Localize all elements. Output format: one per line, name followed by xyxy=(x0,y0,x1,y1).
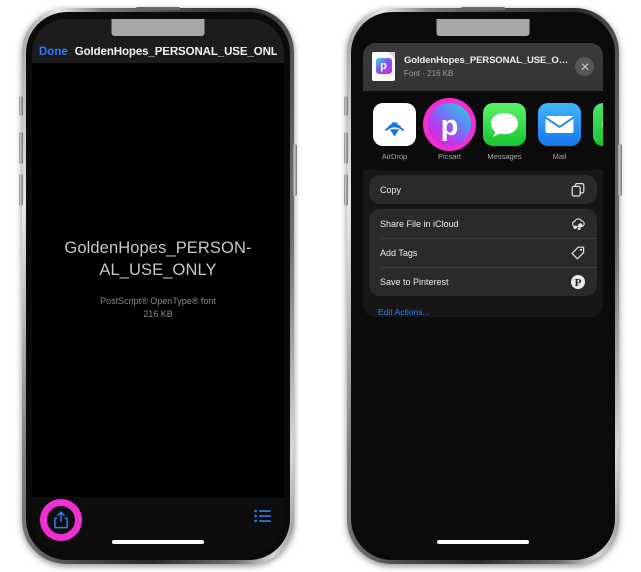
font-name-line-2: AL_USE_ONLY xyxy=(99,261,217,279)
action-row-add-tags[interactable]: Add Tags xyxy=(369,238,597,267)
mute-switch[interactable] xyxy=(19,96,23,116)
share-app-whatsapp[interactable]: Wh xyxy=(593,103,603,161)
pinterest-icon: P xyxy=(570,274,586,290)
quick-look-toolbar xyxy=(32,497,284,553)
action-row-share-file-icloud[interactable]: Share File in iCloud xyxy=(369,209,597,238)
share-sheet-file-info: GoldenHopes_PERSONAL_USE_ONLY Font · 216… xyxy=(404,55,569,78)
share-sheet-header: p GoldenHopes_PERSONAL_USE_ONLY Font · 2… xyxy=(363,43,603,91)
app-label: Wh xyxy=(593,152,603,161)
action-label: Add Tags xyxy=(380,247,418,258)
volume-down-button[interactable] xyxy=(344,174,348,206)
action-group-copy: Copy xyxy=(369,175,597,204)
font-size: 216 KB xyxy=(143,309,173,320)
action-row-copy[interactable]: Copy xyxy=(369,175,597,204)
done-button[interactable]: Done xyxy=(39,46,68,59)
font-name-line-1: GoldenHopes_PERSON- xyxy=(64,239,252,258)
notch xyxy=(436,19,530,36)
share-app-picsart[interactable]: p Picsart xyxy=(423,98,476,161)
share-app-messages[interactable]: Messages xyxy=(483,103,526,161)
share-app-mail[interactable]: Mail xyxy=(538,103,581,161)
app-label: Picsart xyxy=(438,152,461,161)
close-icon[interactable] xyxy=(575,57,594,76)
font-format: PostScript® OpenType® font xyxy=(100,295,216,306)
app-label: Mail xyxy=(552,152,567,161)
airdrop-icon xyxy=(373,103,416,146)
font-preview-body: GoldenHopes_PERSON- AL_USE_ONLY PostScri… xyxy=(32,63,284,497)
font-name: GoldenHopes_PERSON- AL_USE_ONLY xyxy=(64,238,251,282)
edit-actions-link[interactable]: Edit Actions... xyxy=(378,307,603,317)
volume-down-button[interactable] xyxy=(19,174,23,206)
tag-icon xyxy=(570,245,586,261)
svg-text:p: p xyxy=(441,110,459,142)
app-label: AirDrop xyxy=(381,152,408,161)
notch xyxy=(111,19,205,36)
home-indicator[interactable] xyxy=(112,540,204,544)
messages-icon xyxy=(483,103,526,146)
icloud-share-icon xyxy=(570,216,586,232)
right-phone-screen: p GoldenHopes_PERSONAL_USE_ONLY Font · 2… xyxy=(357,19,609,553)
left-phone-frame: Done GoldenHopes_PERSONAL_USE_ONLY (... … xyxy=(19,7,297,564)
power-button[interactable] xyxy=(293,144,297,196)
right-phone-frame: p GoldenHopes_PERSONAL_USE_ONLY Font · 2… xyxy=(344,7,622,564)
power-button[interactable] xyxy=(618,144,622,196)
list-bullet-icon[interactable] xyxy=(254,509,271,523)
action-row-save-to-pinterest[interactable]: Save to Pinterest P xyxy=(369,267,597,296)
left-phone-screen: Done GoldenHopes_PERSONAL_USE_ONLY (... … xyxy=(32,19,284,553)
volume-up-button[interactable] xyxy=(19,132,23,164)
share-sheet: p GoldenHopes_PERSONAL_USE_ONLY Font · 2… xyxy=(363,43,603,317)
copy-icon xyxy=(570,182,586,198)
left-phone-bezel: Done GoldenHopes_PERSONAL_USE_ONLY (... … xyxy=(26,7,290,560)
share-sheet-title: GoldenHopes_PERSONAL_USE_ONLY xyxy=(404,55,569,66)
share-app-row[interactable]: AirDrop p Picsart Messages Mail xyxy=(363,91,603,170)
whatsapp-icon xyxy=(593,103,603,146)
action-label: Save to Pinterest xyxy=(380,276,449,287)
home-indicator[interactable] xyxy=(437,540,529,544)
action-group-secondary: Share File in iCloud Add Tags Save to Pi… xyxy=(369,209,597,296)
picsart-icon: p xyxy=(428,103,471,146)
share-button[interactable] xyxy=(40,499,82,541)
svg-text:P: P xyxy=(575,276,582,288)
earpiece-speaker xyxy=(136,7,180,10)
share-icon xyxy=(54,511,69,529)
volume-up-button[interactable] xyxy=(344,132,348,164)
action-label: Share File in iCloud xyxy=(380,218,459,229)
screenshot-stage: Done GoldenHopes_PERSONAL_USE_ONLY (... … xyxy=(0,0,641,572)
earpiece-speaker xyxy=(461,7,505,10)
share-sheet-subtitle: Font · 216 KB xyxy=(404,69,454,78)
right-phone-bezel: p GoldenHopes_PERSONAL_USE_ONLY Font · 2… xyxy=(351,7,615,560)
font-file-icon: p xyxy=(372,52,395,81)
action-label: Copy xyxy=(380,184,402,195)
mail-icon xyxy=(538,103,581,146)
share-app-airdrop[interactable]: AirDrop xyxy=(373,103,416,161)
app-label: Messages xyxy=(487,152,522,161)
mute-switch[interactable] xyxy=(344,96,348,116)
page-title: GoldenHopes_PERSONAL_USE_ONLY (... xyxy=(74,46,277,58)
file-badge-letter: p xyxy=(375,58,392,74)
font-meta: PostScript® OpenType® font 216 KB xyxy=(100,295,216,322)
